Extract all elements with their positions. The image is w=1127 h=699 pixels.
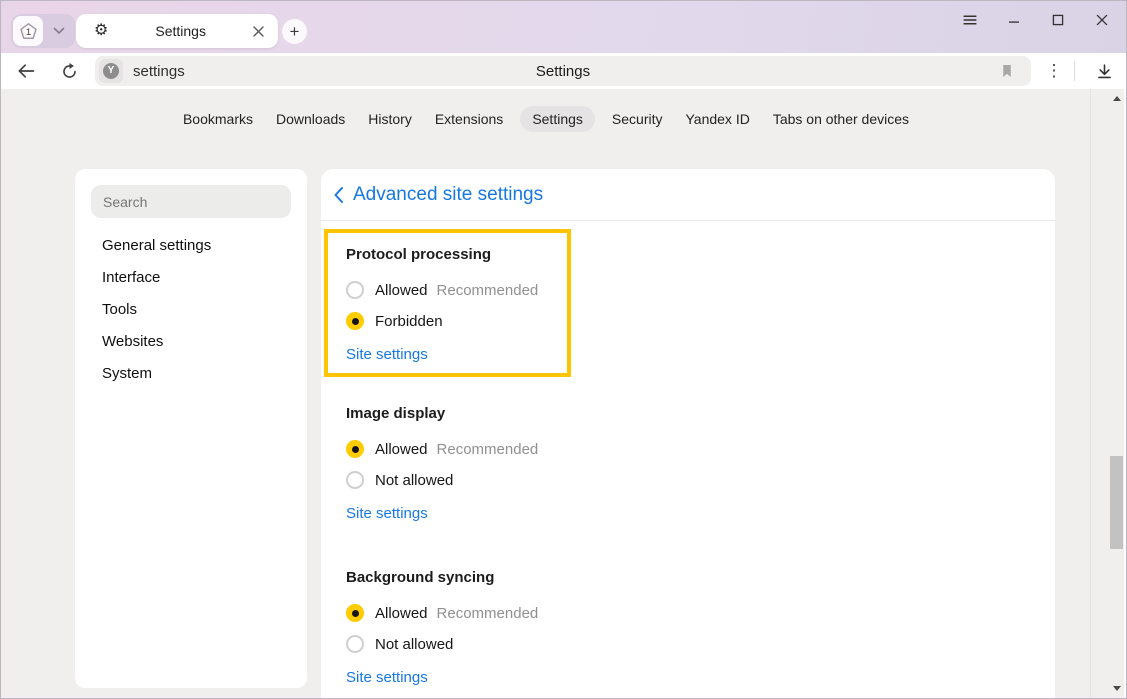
- radio-label: Not allowed: [375, 636, 453, 653]
- pentagon-tab-icon: 1: [19, 22, 38, 41]
- protect-icon-glyph: Y: [103, 63, 119, 79]
- tab-counter[interactable]: 1: [11, 14, 75, 48]
- address-page-title: Settings: [95, 63, 1031, 80]
- sidebar-item-interface[interactable]: Interface: [75, 262, 307, 294]
- sidebar-item-tools[interactable]: Tools: [75, 294, 307, 326]
- downloads-icon[interactable]: [1092, 59, 1116, 83]
- radio-button[interactable]: [346, 312, 364, 330]
- scrollbar-thumb[interactable]: [1110, 456, 1123, 549]
- scroll-down-arrow-icon[interactable]: [1113, 686, 1121, 691]
- settings-sidebar: General settings Interface Tools Website…: [75, 169, 307, 688]
- nav-tab-yandex-id[interactable]: Yandex ID: [685, 111, 749, 127]
- radio-button[interactable]: [346, 281, 364, 299]
- sidebar-item-system[interactable]: System: [75, 358, 307, 390]
- nav-tab-tabs-other-devices[interactable]: Tabs on other devices: [773, 111, 909, 127]
- sidebar-list: General settings Interface Tools Website…: [75, 230, 307, 390]
- tab-title: Settings: [108, 23, 253, 39]
- chevron-left-icon: [333, 186, 344, 204]
- site-settings-link[interactable]: Site settings: [346, 668, 428, 687]
- settings-main-panel: Advanced site settings Protocol processi…: [321, 169, 1055, 699]
- sidebar-item-websites[interactable]: Websites: [75, 326, 307, 358]
- page-title[interactable]: Advanced site settings: [353, 184, 543, 206]
- nav-tab-extensions[interactable]: Extensions: [435, 111, 503, 127]
- scroll-up-arrow-icon[interactable]: [1113, 96, 1121, 101]
- radio-option-allowed[interactable]: Allowed Recommended: [346, 440, 1055, 458]
- chevron-down-icon[interactable]: [43, 27, 75, 35]
- radio-label: Forbidden: [375, 313, 443, 330]
- radio-label: Allowed: [375, 605, 428, 622]
- section-title: Image display: [346, 405, 1055, 423]
- settings-page: Bookmarks Downloads History Extensions S…: [1, 89, 1126, 699]
- radio-label: Not allowed: [375, 472, 453, 489]
- section-title: Protocol processing: [346, 246, 567, 264]
- radio-button[interactable]: [346, 635, 364, 653]
- nav-tab-settings[interactable]: Settings: [520, 106, 595, 132]
- settings-nav: Bookmarks Downloads History Extensions S…: [1, 111, 1091, 127]
- tab-close-icon[interactable]: [253, 26, 264, 37]
- radio-button[interactable]: [346, 604, 364, 622]
- address-text: settings: [133, 63, 185, 80]
- tab-count-badge[interactable]: 1: [13, 16, 43, 46]
- window-close-button[interactable]: [1090, 8, 1114, 32]
- title-bar: 1 ⚙ Settings +: [1, 1, 1126, 53]
- browser-toolbar: Y settings Settings ⋮: [1, 53, 1126, 89]
- maximize-button[interactable]: [1046, 8, 1070, 32]
- settings-sections: Protocol processing Allowed Recommended …: [321, 221, 1055, 687]
- section-image-display: Image display Allowed Recommended Not al…: [346, 405, 1055, 523]
- radio-label: Allowed: [375, 282, 428, 299]
- radio-button[interactable]: [346, 471, 364, 489]
- protocol-processing-section-highlight: Protocol processing Allowed Recommended …: [324, 229, 571, 377]
- radio-label: Allowed: [375, 441, 428, 458]
- radio-option-forbidden[interactable]: Forbidden: [346, 312, 567, 330]
- bookmark-icon[interactable]: [995, 59, 1019, 83]
- address-bar[interactable]: Y settings Settings: [95, 56, 1031, 86]
- site-settings-link[interactable]: Site settings: [346, 345, 428, 364]
- nav-tab-history[interactable]: History: [368, 111, 412, 127]
- section-protocol-processing: Protocol processing Allowed Recommended …: [346, 246, 567, 364]
- section-background-syncing: Background syncing Allowed Recommended N…: [346, 569, 1055, 687]
- tab-count: 1: [25, 26, 30, 37]
- gear-icon: ⚙: [94, 23, 108, 39]
- radio-option-not-allowed[interactable]: Not allowed: [346, 635, 1055, 653]
- more-options-icon[interactable]: ⋮: [1042, 59, 1066, 83]
- radio-option-allowed[interactable]: Allowed Recommended: [346, 281, 567, 299]
- back-button[interactable]: [14, 59, 38, 83]
- section-title: Background syncing: [346, 569, 1055, 587]
- radio-option-not-allowed[interactable]: Not allowed: [346, 471, 1055, 489]
- radio-option-allowed[interactable]: Allowed Recommended: [346, 604, 1055, 622]
- protect-icon: Y: [99, 59, 123, 83]
- recommended-badge: Recommended: [437, 282, 539, 299]
- tab-settings[interactable]: ⚙ Settings: [76, 14, 278, 48]
- minimize-button[interactable]: [1002, 8, 1026, 32]
- nav-tab-security[interactable]: Security: [612, 111, 663, 127]
- nav-tab-bookmarks[interactable]: Bookmarks: [183, 111, 253, 127]
- reload-button[interactable]: [57, 59, 81, 83]
- toolbar-divider: [1074, 61, 1075, 81]
- back-to-advanced-settings[interactable]: Advanced site settings: [321, 169, 1055, 221]
- radio-button[interactable]: [346, 440, 364, 458]
- window-edge: [1124, 89, 1126, 698]
- browser-menu-button[interactable]: [958, 8, 982, 32]
- new-tab-button[interactable]: +: [282, 19, 307, 44]
- recommended-badge: Recommended: [437, 605, 539, 622]
- recommended-badge: Recommended: [437, 441, 539, 458]
- site-settings-link[interactable]: Site settings: [346, 504, 428, 523]
- browser-window: 1 ⚙ Settings +: [0, 0, 1127, 699]
- nav-tab-downloads[interactable]: Downloads: [276, 111, 345, 127]
- scrollbar[interactable]: [1090, 89, 1124, 698]
- sidebar-item-general-settings[interactable]: General settings: [75, 230, 307, 262]
- search-input[interactable]: [91, 185, 291, 218]
